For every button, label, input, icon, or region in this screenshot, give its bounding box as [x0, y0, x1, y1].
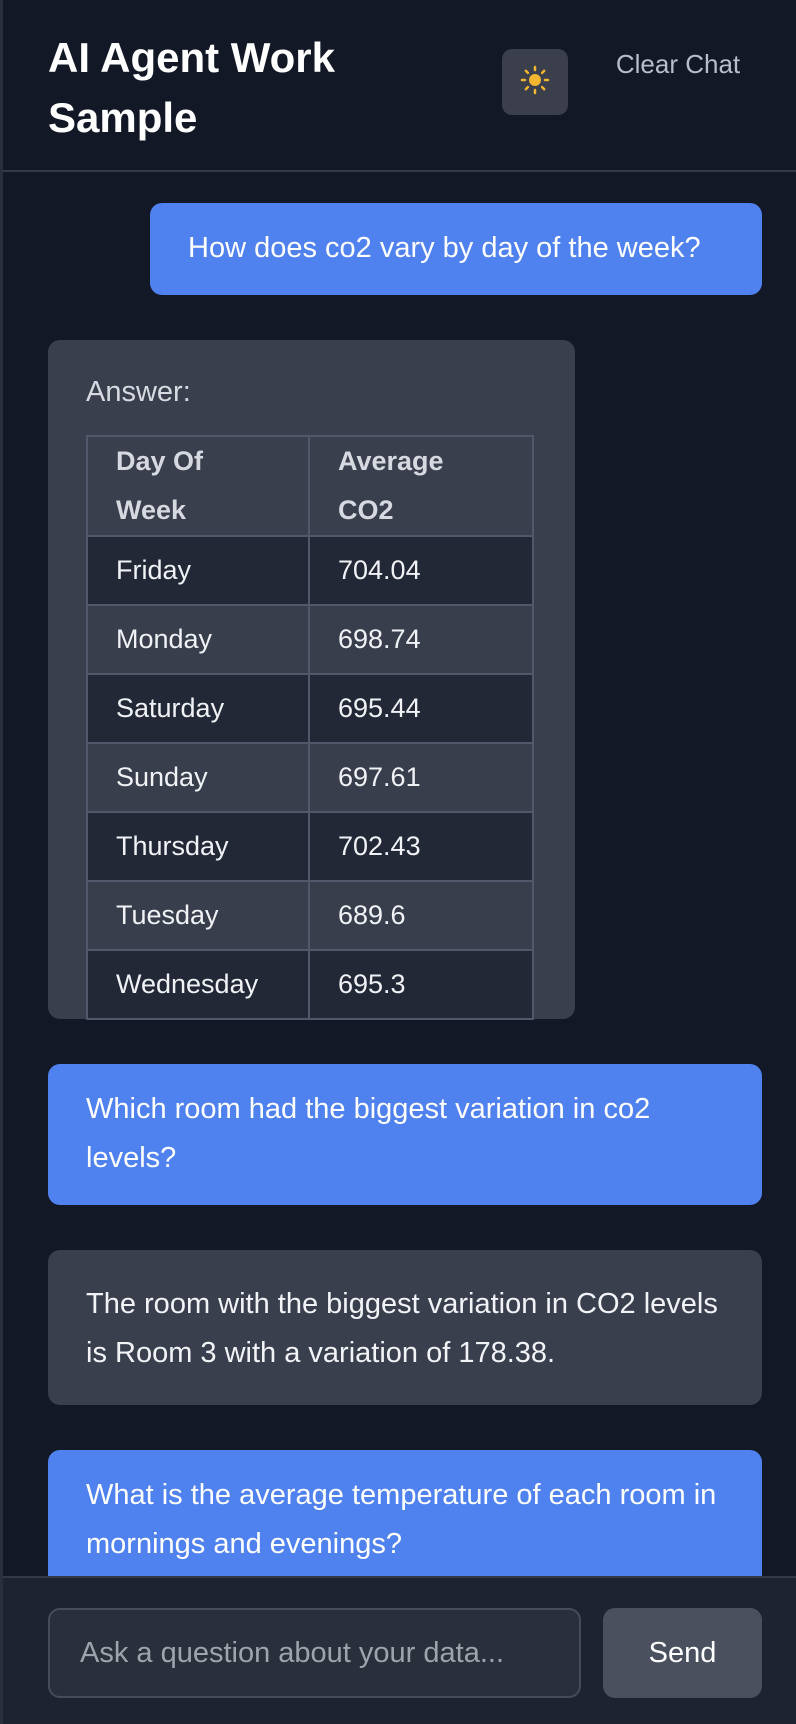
table-row: Monday 698.74 — [86, 604, 534, 675]
answer-label: Answer: — [86, 376, 191, 408]
table-cell-day: Friday — [86, 535, 310, 606]
table-cell-co2: 704.04 — [308, 535, 534, 606]
table-row: Tuesday 689.6 — [86, 880, 534, 951]
sun-icon — [520, 65, 550, 100]
table-cell-co2: 702.43 — [308, 811, 534, 882]
table-cell-day: Saturday — [86, 673, 310, 744]
table-row: Thursday 702.43 — [86, 811, 534, 882]
chat-app: AI Agent Work Sample Clear Chat How does… — [0, 0, 796, 1724]
user-message: How does co2 vary by day of the week? — [150, 203, 762, 295]
message-composer: Send — [3, 1576, 796, 1724]
user-message: What is the average temperature of each … — [48, 1450, 762, 1576]
table-cell-co2: 695.44 — [308, 673, 534, 744]
table-cell-co2: 698.74 — [308, 604, 534, 675]
table-cell-day: Tuesday — [86, 880, 310, 951]
table-cell-day: Sunday — [86, 742, 310, 813]
user-message: Which room had the biggest variation in … — [48, 1064, 762, 1205]
table-row: Sunday 697.61 — [86, 742, 534, 813]
table-cell-day: Monday — [86, 604, 310, 675]
table-header-row: Day Of Week Average CO2 — [86, 435, 534, 537]
clear-chat-button[interactable]: Clear Chat — [613, 46, 743, 83]
page-title: AI Agent Work Sample — [48, 34, 336, 141]
column-header-day: Day Of Week — [86, 435, 310, 537]
question-input[interactable] — [48, 1608, 581, 1698]
column-header-co2: Average CO2 — [308, 435, 534, 537]
table-row: Saturday 695.44 — [86, 673, 534, 744]
assistant-message: Answer: Day Of Week Average CO2 Friday 7… — [48, 340, 575, 1020]
theme-toggle-button[interactable] — [502, 49, 568, 115]
send-button[interactable]: Send — [603, 1608, 762, 1698]
results-table: Day Of Week Average CO2 Friday 704.04 Mo… — [86, 435, 534, 1020]
chat-messages[interactable]: How does co2 vary by day of the week? An… — [3, 174, 796, 1576]
table-cell-co2: 697.61 — [308, 742, 534, 813]
assistant-message: The room with the biggest variation in C… — [48, 1250, 762, 1405]
table-row: Friday 704.04 — [86, 535, 534, 606]
table-row: Wednesday 695.3 — [86, 949, 534, 1020]
table-cell-co2: 695.3 — [308, 949, 534, 1020]
header: AI Agent Work Sample Clear Chat — [3, 0, 796, 172]
table-cell-co2: 689.6 — [308, 880, 534, 951]
table-cell-day: Thursday — [86, 811, 310, 882]
table-cell-day: Wednesday — [86, 949, 310, 1020]
